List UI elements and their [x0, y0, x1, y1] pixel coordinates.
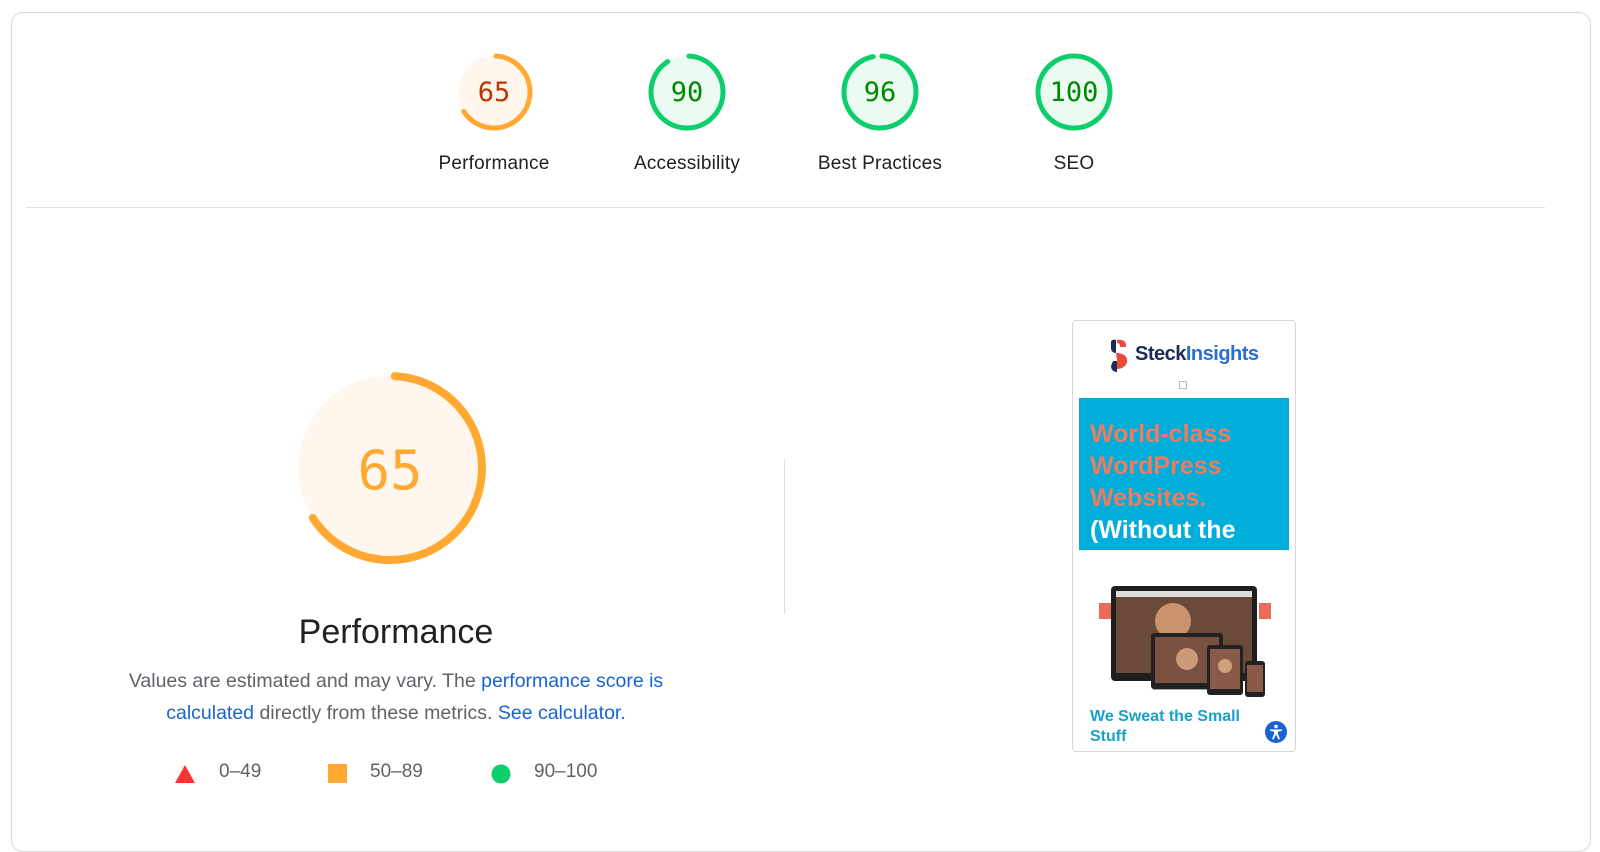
header-divider — [26, 207, 1545, 208]
hero-headline: World-class WordPress Websites. — [1090, 420, 1232, 512]
desc-text-middle: directly from these metrics. — [254, 702, 498, 724]
legend-label-average: 50–89 — [370, 761, 423, 782]
report-card: 65 Performance 90 Accessibility 96 Best … — [11, 12, 1591, 852]
gauge-accessibility-score: 90 — [671, 77, 704, 108]
hero-subline: (Without the — [1090, 516, 1236, 544]
logo-text-insights: Insights — [1185, 343, 1259, 365]
performance-description: Values are estimated and may vary. The p… — [98, 665, 694, 729]
final-screenshot-thumbnail[interactable]: SteckInsights World-class WordPress Webs… — [1072, 320, 1296, 752]
logo-text-steck: Steck — [1135, 343, 1186, 365]
gauge-performance-score: 65 — [478, 77, 511, 108]
gauge-best-practices-label: Best Practices — [817, 153, 943, 174]
placeholder-checkbox-icon — [1179, 381, 1187, 389]
tagline-text: We Sweat the Small Stuff — [1090, 708, 1240, 745]
gauge-seo-label: SEO — [1053, 153, 1095, 174]
gauge-performance[interactable]: 65 Performance — [414, 51, 574, 175]
gauge-performance-ring: 65 — [455, 53, 533, 131]
category-gauges: 65 Performance 90 Accessibility 96 Best … — [12, 13, 1590, 218]
gauge-best-practices[interactable]: 96 Best Practices — [800, 51, 960, 175]
legend-label-pass: 90–100 — [534, 761, 598, 782]
logo-mark-icon — [1111, 339, 1128, 372]
performance-big-score: 65 — [357, 439, 422, 502]
gauge-accessibility-label: Accessibility — [633, 153, 741, 174]
gauge-performance-label: Performance — [438, 153, 550, 174]
gauge-seo-score: 100 — [1050, 77, 1099, 108]
see-calculator-link[interactable]: See calculator. — [498, 702, 626, 724]
legend-label-fail: 0–49 — [219, 761, 262, 782]
desc-text-prefix: Values are estimated and may vary. The — [128, 670, 482, 692]
accessibility-widget-icon[interactable] — [1265, 721, 1287, 743]
performance-big-gauge-ring: 65 — [294, 372, 486, 564]
hero-banner: World-class WordPress Websites. (Without… — [1079, 398, 1289, 550]
gauge-accessibility[interactable]: 90 Accessibility — [607, 51, 767, 175]
responsive-devices-image — [1099, 586, 1271, 697]
orange-square-icon — [328, 764, 347, 783]
gauge-best-practices-score: 96 — [864, 77, 897, 108]
green-circle-icon — [491, 764, 511, 784]
gauge-accessibility-ring: 90 — [648, 53, 726, 131]
red-triangle-icon — [175, 765, 195, 783]
performance-title: Performance — [298, 613, 494, 651]
performance-big-gauge: 65 — [290, 368, 490, 568]
gauge-best-practices-ring: 96 — [841, 53, 919, 131]
logo-wordmark: SteckInsights — [1135, 343, 1259, 366]
gauge-seo-ring: 100 — [1035, 53, 1113, 131]
gauge-seo[interactable]: 100 SEO — [994, 51, 1154, 175]
section-vertical-divider — [784, 459, 785, 614]
